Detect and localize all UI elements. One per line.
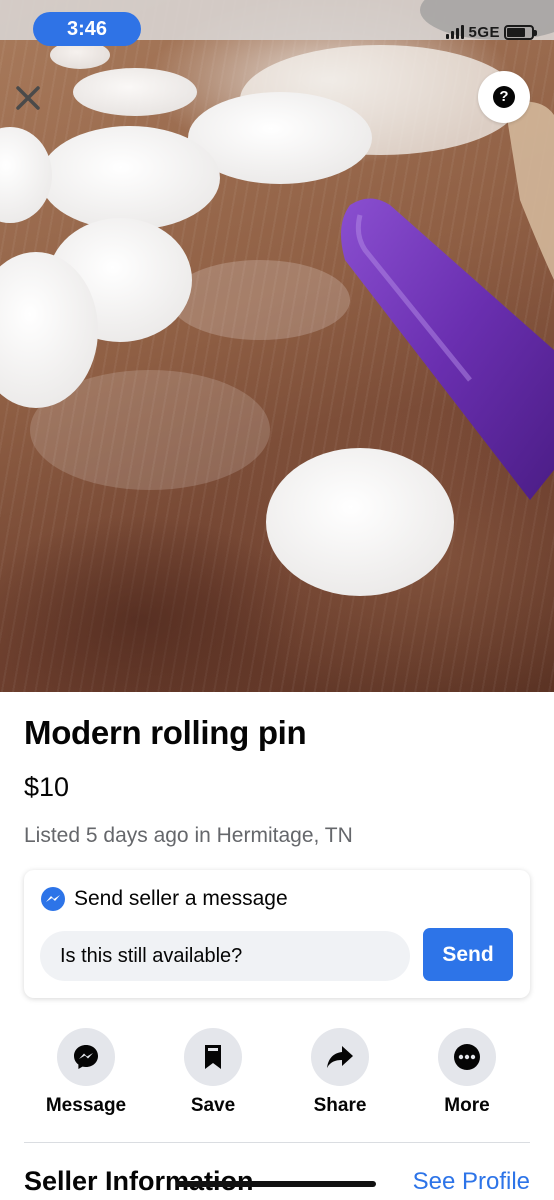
share-action-circle[interactable] — [311, 1028, 369, 1086]
send-button[interactable]: Send — [423, 928, 513, 981]
status-indicators: 5GE — [446, 22, 537, 42]
message-action[interactable]: Message — [36, 1028, 136, 1117]
bookmark-icon — [205, 1045, 221, 1069]
share-action-label: Share — [313, 1095, 367, 1116]
listing-location: Listed 5 days ago in Hermitage, TN — [24, 824, 353, 847]
message-card-header: Send seller a message — [40, 886, 288, 912]
close-icon — [16, 86, 40, 110]
more-action-circle[interactable] — [438, 1028, 496, 1086]
listing-photo[interactable] — [0, 0, 554, 692]
section-divider — [24, 1142, 530, 1143]
close-button[interactable] — [8, 78, 48, 118]
message-input[interactable]: Is this still available? — [40, 931, 410, 981]
help-icon: ? — [493, 86, 515, 108]
listing-price: $10 — [24, 772, 70, 802]
battery-icon — [504, 24, 537, 40]
network-label: 5GE — [468, 23, 500, 41]
more-action[interactable]: More — [417, 1028, 517, 1117]
help-button[interactable]: ? — [478, 71, 530, 123]
see-profile-link[interactable]: See Profile — [413, 1168, 530, 1196]
battery-level — [507, 27, 525, 37]
message-card-title: Send seller a message — [74, 887, 288, 910]
share-action[interactable]: Share — [290, 1028, 390, 1117]
status-time: 3:46 — [33, 12, 141, 46]
home-indicator[interactable] — [176, 1181, 376, 1187]
message-action-circle[interactable] — [57, 1028, 115, 1086]
save-action-label: Save — [190, 1095, 236, 1116]
more-action-label: More — [444, 1095, 490, 1116]
share-arrow-icon — [327, 1046, 353, 1068]
messenger-icon — [74, 1045, 98, 1069]
messenger-icon — [41, 887, 65, 911]
message-action-label: Message — [45, 1095, 127, 1116]
photo-illustration — [0, 0, 554, 596]
signal-icon — [446, 25, 465, 39]
listing-title: Modern rolling pin — [24, 714, 307, 751]
save-action[interactable]: Save — [163, 1028, 263, 1117]
message-card: Send seller a message Is this still avai… — [24, 870, 530, 998]
more-dots-icon — [454, 1044, 480, 1070]
save-action-circle[interactable] — [184, 1028, 242, 1086]
